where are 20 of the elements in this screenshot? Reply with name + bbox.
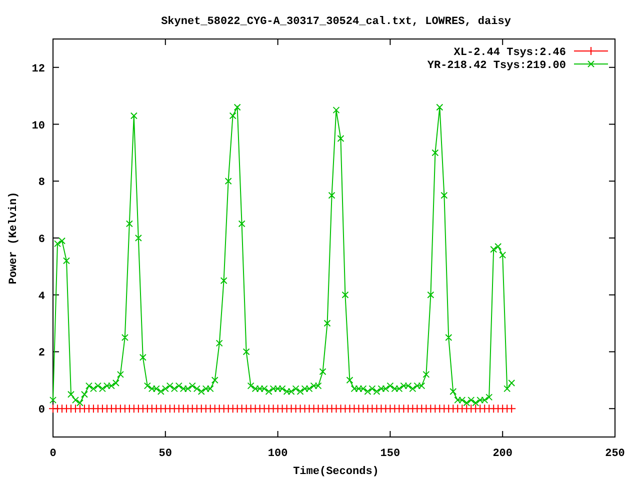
x-tick-label: 200 xyxy=(492,448,512,460)
y-tick-label: 10 xyxy=(32,120,45,132)
y-tick-label: 6 xyxy=(38,234,45,246)
y-axis-label: Power (Kelvin) xyxy=(8,192,20,284)
y-tick-label: 12 xyxy=(32,63,45,76)
legend-line-sample xyxy=(574,60,608,68)
x-tick-label: 250 xyxy=(605,448,625,460)
chart-title: Skynet_58022_CYG-A_30317_30524_cal.txt, LOWRES, daisy xyxy=(161,16,511,28)
x-axis-label: Time(Seconds) xyxy=(293,466,379,478)
legend-label: YR-218.42 Tsys:219.00 xyxy=(427,60,566,72)
x-tick-label: 0 xyxy=(50,448,56,460)
y-tick-label: 4 xyxy=(38,290,45,303)
y-tick-label: 8 xyxy=(38,177,45,190)
legend-label: XL-2.44 Tsys:2.46 xyxy=(454,47,566,59)
legend-line-sample xyxy=(574,46,608,56)
x-tick-label: 50 xyxy=(158,448,172,460)
y-tick-label: 2 xyxy=(38,348,45,360)
y-tick-label: 0 xyxy=(38,404,45,417)
x-tick-label: 150 xyxy=(380,448,400,460)
x-tick-label: 100 xyxy=(268,448,288,460)
